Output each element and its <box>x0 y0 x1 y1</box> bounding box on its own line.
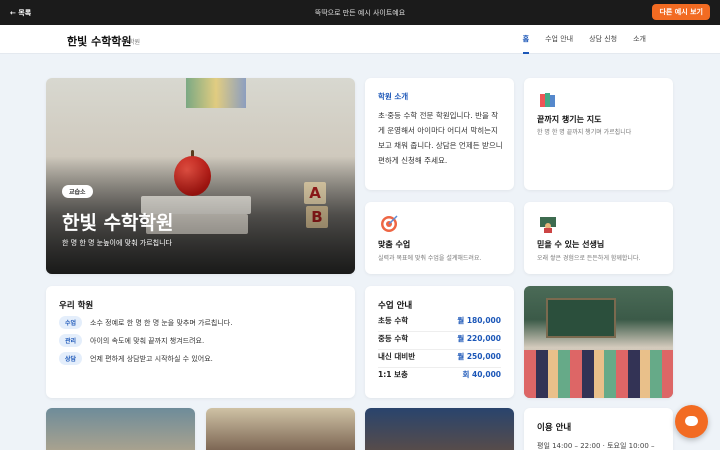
about-tag: 상담 <box>59 352 83 365</box>
nav-classes[interactable]: 수업 안내 <box>545 25 573 54</box>
brand-name[interactable]: 한빛 수학학원 <box>67 33 132 49</box>
other-examples-button[interactable]: 다른 예시 보기 <box>652 4 710 20</box>
pricing-heading: 수업 안내 <box>378 301 413 311</box>
books-icon <box>539 91 557 109</box>
gallery-photo <box>206 408 355 450</box>
intro-body: 초·중등 수학 전문 학원입니다. 반을 작게 운영해서 아이마다 어디서 막히… <box>378 111 503 165</box>
hero-subtitle: 한 명 한 명 눈높이에 맞춰 가르칩니다 <box>62 239 172 247</box>
feature-title: 맞춤 수업 <box>378 240 411 249</box>
target-icon <box>380 215 398 233</box>
feature-title: 믿을 수 있는 선생님 <box>537 240 605 249</box>
about-tag: 관리 <box>59 334 83 347</box>
classroom-photo <box>524 286 673 398</box>
about-tag: 수업 <box>59 316 83 329</box>
pricing-value: 월 250,000 <box>457 352 501 361</box>
info-card: 이용 안내 평일 14:00 – 22:00 · 토요일 10:00 – <box>524 408 673 450</box>
intro-heading: 학원 소개 <box>378 92 409 101</box>
info-heading: 이용 안내 <box>537 423 572 433</box>
pricing-name: 1:1 보충 <box>378 370 408 379</box>
about-card: 우리 학원 수업 소수 정예로 한 명 한 명 눈을 맞추며 가르칩니다. 관리… <box>46 286 355 398</box>
pricing-row: 초등 수학 월 180,000 <box>378 315 501 332</box>
about-row: 관리 아이의 속도에 맞춰 끝까지 챙겨드려요. <box>59 334 204 347</box>
feature-desc: 오래 쌓은 경험으로 든든하게 함께합니다. <box>537 255 641 262</box>
nav-home[interactable]: 홈 <box>522 25 530 54</box>
about-text: 아이의 속도에 맞춰 끝까지 챙겨드려요. <box>90 336 205 345</box>
feature-title: 끝까지 챙기는 지도 <box>537 115 602 124</box>
about-text: 언제 편하게 상담받고 시작하실 수 있어요. <box>90 354 213 363</box>
hero-title: 한빛 수학학원 <box>62 212 174 234</box>
top-banner: ← 목록 뚝딱으로 만든 예시 사이트예요 다른 예시 보기 <box>0 0 720 25</box>
example-site-notice: 뚝딱으로 만든 예시 사이트예요 <box>314 9 406 17</box>
pricing-value: 월 220,000 <box>457 334 501 343</box>
about-row: 수업 소수 정예로 한 명 한 명 눈을 맞추며 가르칩니다. <box>59 316 232 329</box>
about-heading: 우리 학원 <box>59 301 94 311</box>
pricing-value: 회 40,000 <box>462 370 501 379</box>
pricing-value: 월 180,000 <box>457 316 501 325</box>
students-illustration <box>524 350 673 398</box>
feature-desc: 실력과 목표에 맞춰 수업을 설계해드려요. <box>378 255 482 262</box>
feature-card: 믿을 수 있는 선생님 오래 쌓은 경험으로 든든하게 함께합니다. <box>524 202 673 274</box>
nav-consult[interactable]: 상담 신청 <box>589 25 617 54</box>
gallery-photo <box>46 408 195 450</box>
chat-button[interactable] <box>675 405 708 438</box>
info-hours: 평일 14:00 – 22:00 · 토요일 10:00 – <box>537 442 655 450</box>
nav-about[interactable]: 소개 <box>633 25 646 54</box>
about-row: 상담 언제 편하게 상담받고 시작하실 수 있어요. <box>59 352 213 365</box>
about-text: 소수 정예로 한 명 한 명 눈을 맞추며 가르칩니다. <box>90 318 233 327</box>
feature-desc: 한 명 한 명 끝까지 챙기며 가르칩니다 <box>537 129 632 136</box>
pricing-name: 중등 수학 <box>378 334 409 343</box>
gallery-photo <box>365 408 514 450</box>
pricing-name: 초등 수학 <box>378 316 409 325</box>
pricing-row: 1:1 보충 회 40,000 <box>378 369 501 385</box>
intro-card: 학원 소개 초·중등 수학 전문 학원입니다. 반을 작게 운영해서 아이마다 … <box>365 78 514 190</box>
main-nav: 홈 수업 안내 상담 신청 소개 <box>522 25 646 54</box>
brand-category: 학원 <box>129 39 141 46</box>
teacher-icon <box>539 215 557 233</box>
chalkboard-illustration <box>546 298 616 338</box>
pricing-card: 수업 안내 초등 수학 월 180,000 중등 수학 월 220,000 내신… <box>365 286 514 398</box>
pricing-name: 내신 대비반 <box>378 352 416 361</box>
pricing-row: 내신 대비반 월 250,000 <box>378 351 501 368</box>
hero-badge: 교습소 <box>62 185 93 198</box>
chat-icon <box>685 416 698 426</box>
feature-card: 맞춤 수업 실력과 목표에 맞춰 수업을 설계해드려요. <box>365 202 514 274</box>
site-header: 한빛 수학학원 학원 홈 수업 안내 상담 신청 소개 <box>0 25 720 54</box>
feature-card: 끝까지 챙기는 지도 한 명 한 명 끝까지 챙기며 가르칩니다 <box>524 78 673 190</box>
pricing-row: 중등 수학 월 220,000 <box>378 333 501 350</box>
